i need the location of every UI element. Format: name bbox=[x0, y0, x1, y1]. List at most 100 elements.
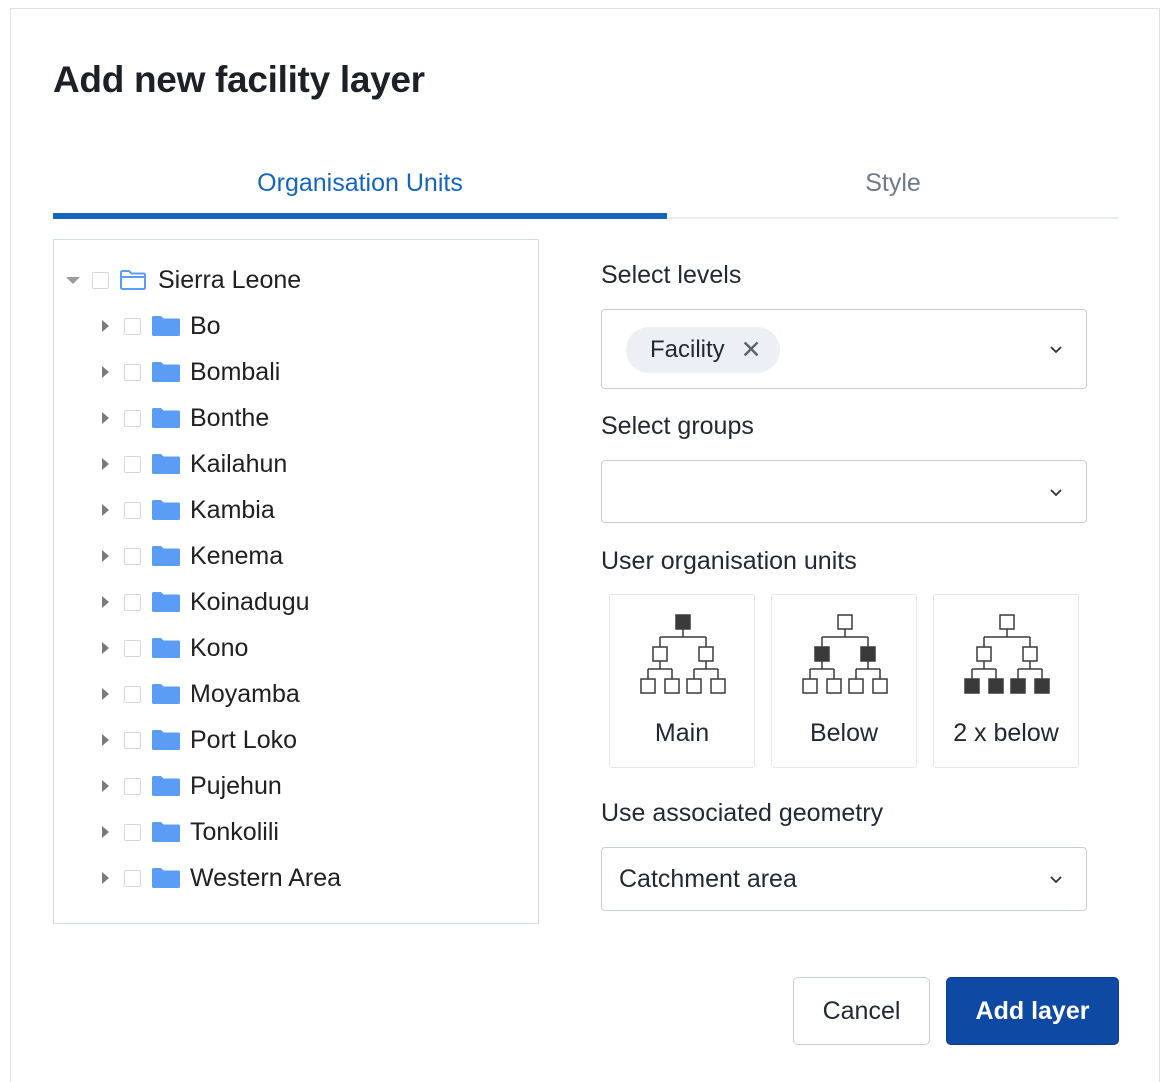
folder-icon bbox=[151, 774, 181, 798]
expand-caret-icon[interactable] bbox=[94, 720, 116, 760]
tree-item-label: Kambia bbox=[190, 495, 275, 524]
tree-item[interactable]: Kailahun bbox=[94, 444, 287, 484]
expand-caret-icon[interactable] bbox=[94, 628, 116, 668]
folder-icon bbox=[151, 406, 181, 430]
geometry-select[interactable]: Catchment area bbox=[601, 847, 1087, 911]
tree-checkbox[interactable] bbox=[124, 731, 141, 749]
tree-item[interactable]: Western Area bbox=[94, 858, 341, 898]
tab-bar: Organisation Units Style bbox=[53, 149, 1119, 219]
tree-item-label: Port Loko bbox=[190, 725, 298, 754]
folder-icon bbox=[151, 820, 181, 844]
expand-caret-icon[interactable] bbox=[94, 812, 116, 852]
folder-icon bbox=[151, 544, 181, 568]
folder-icon bbox=[151, 314, 181, 338]
tree-checkbox[interactable] bbox=[124, 685, 141, 703]
tree-item[interactable]: Port Loko bbox=[94, 720, 297, 760]
org-unit-tree: Sierra Leone Bo Bombali Bonthe Kailahun Kamb… bbox=[53, 239, 539, 924]
tree-checkbox[interactable] bbox=[124, 409, 141, 427]
tree-item-label: Koinadugu bbox=[190, 587, 310, 616]
folder-icon bbox=[151, 360, 181, 384]
tree-checkbox[interactable] bbox=[124, 501, 141, 519]
tree-item-root[interactable]: Sierra Leone bbox=[62, 260, 301, 300]
expand-caret-icon[interactable] bbox=[94, 582, 116, 622]
folder-icon bbox=[151, 728, 181, 752]
expand-caret-icon[interactable] bbox=[94, 444, 116, 484]
tree-item-label: Bonthe bbox=[190, 403, 270, 432]
tree-item-label: Bombali bbox=[190, 357, 281, 386]
expand-caret-icon[interactable] bbox=[94, 674, 116, 714]
collapse-caret-icon[interactable] bbox=[62, 260, 84, 300]
tree-item-label: Sierra Leone bbox=[158, 265, 302, 294]
user-unit-below-label: Below bbox=[809, 719, 879, 747]
select-levels-field[interactable]: Facility ✕ bbox=[601, 309, 1087, 389]
folder-icon bbox=[151, 682, 181, 706]
tab-organisation-units[interactable]: Organisation Units bbox=[53, 149, 667, 217]
tree-item[interactable]: Bonthe bbox=[94, 398, 269, 438]
tree-checkbox[interactable] bbox=[124, 363, 141, 381]
tree-item-label: Kenema bbox=[190, 541, 284, 570]
user-unit-2x-below-label: 2 x below bbox=[953, 719, 1059, 747]
cancel-button[interactable]: Cancel bbox=[793, 977, 930, 1045]
user-unit-main-button[interactable]: Main bbox=[609, 594, 755, 768]
expand-caret-icon[interactable] bbox=[94, 352, 116, 392]
tree-checkbox[interactable] bbox=[124, 823, 141, 841]
expand-caret-icon[interactable] bbox=[94, 398, 116, 438]
select-levels-label: Select levels bbox=[601, 261, 742, 289]
level-chip: Facility ✕ bbox=[626, 327, 780, 373]
tree-item-label: Pujehun bbox=[190, 771, 282, 800]
folder-icon bbox=[151, 636, 181, 660]
hierarchy-below-icon bbox=[802, 614, 888, 694]
folder-icon bbox=[151, 590, 181, 614]
hierarchy-2x-below-icon bbox=[964, 614, 1050, 694]
folder-open-icon bbox=[119, 268, 149, 292]
tree-checkbox[interactable] bbox=[124, 593, 141, 611]
tree-item[interactable]: Kenema bbox=[94, 536, 283, 576]
folder-icon bbox=[151, 498, 181, 522]
add-layer-button[interactable]: Add layer bbox=[946, 977, 1119, 1045]
geometry-label: Use associated geometry bbox=[601, 799, 884, 827]
tree-checkbox[interactable] bbox=[124, 869, 141, 887]
tree-item[interactable]: Koinadugu bbox=[94, 582, 310, 622]
expand-caret-icon[interactable] bbox=[94, 858, 116, 898]
active-tab-indicator bbox=[53, 213, 667, 219]
tree-item-label: Moyamba bbox=[190, 679, 300, 708]
tree-item-label: Kailahun bbox=[190, 449, 288, 478]
tree-item[interactable]: Tonkolili bbox=[94, 812, 279, 852]
tree-item[interactable]: Bo bbox=[94, 306, 221, 346]
hierarchy-main-icon bbox=[640, 614, 726, 694]
tree-checkbox[interactable] bbox=[124, 317, 141, 335]
user-org-units-label: User organisation units bbox=[601, 547, 857, 575]
geometry-select-value: Catchment area bbox=[619, 864, 797, 893]
expand-caret-icon[interactable] bbox=[94, 766, 116, 806]
folder-icon bbox=[151, 452, 181, 476]
tree-item-label: Western Area bbox=[190, 863, 342, 892]
tree-checkbox[interactable] bbox=[92, 271, 109, 289]
chevron-down-icon bbox=[1050, 876, 1062, 884]
tree-item[interactable]: Kambia bbox=[94, 490, 275, 530]
tree-item[interactable]: Bombali bbox=[94, 352, 280, 392]
dialog-title: Add new facility layer bbox=[53, 59, 425, 100]
user-unit-below-button[interactable]: Below bbox=[771, 594, 917, 768]
expand-caret-icon[interactable] bbox=[94, 536, 116, 576]
tree-checkbox[interactable] bbox=[124, 547, 141, 565]
expand-caret-icon[interactable] bbox=[94, 306, 116, 346]
tree-checkbox[interactable] bbox=[124, 455, 141, 473]
tree-item-label: Bo bbox=[190, 311, 221, 340]
chevron-down-icon bbox=[1050, 488, 1062, 496]
tree-checkbox[interactable] bbox=[124, 777, 141, 795]
user-unit-main-label: Main bbox=[654, 719, 710, 747]
chevron-down-icon bbox=[1050, 346, 1062, 354]
tree-checkbox[interactable] bbox=[124, 639, 141, 657]
tree-item[interactable]: Kono bbox=[94, 628, 248, 668]
level-chip-label: Facility bbox=[650, 336, 725, 363]
tree-item-label: Kono bbox=[190, 633, 249, 662]
expand-caret-icon[interactable] bbox=[94, 490, 116, 530]
tree-item[interactable]: Pujehun bbox=[94, 766, 282, 806]
tree-item-label: Tonkolili bbox=[190, 817, 279, 846]
tab-style[interactable]: Style bbox=[667, 149, 1119, 217]
remove-chip-icon[interactable]: ✕ bbox=[741, 337, 762, 363]
add-layer-dialog: Add new facility layer Organisation Unit… bbox=[10, 8, 1160, 1082]
tree-item[interactable]: Moyamba bbox=[94, 674, 300, 714]
select-groups-field[interactable] bbox=[601, 460, 1087, 523]
user-unit-2x-below-button[interactable]: 2 x below bbox=[933, 594, 1079, 768]
